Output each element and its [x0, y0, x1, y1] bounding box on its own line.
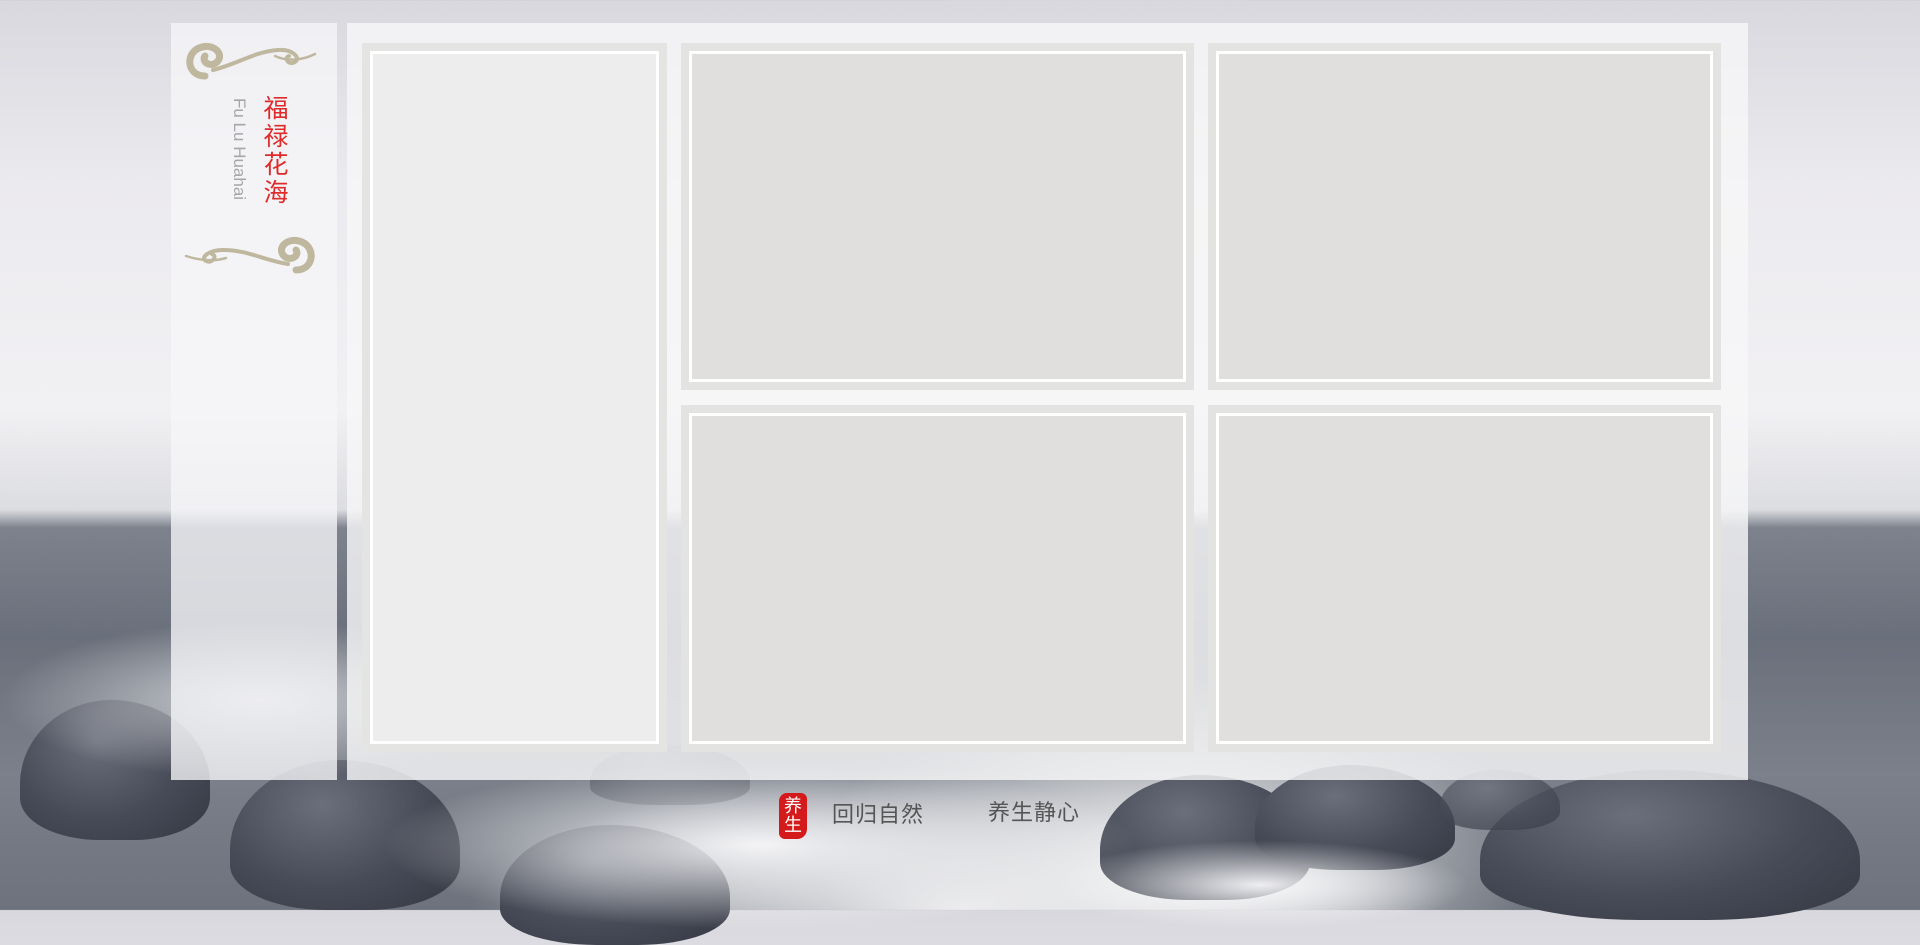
brand-name-en: Fu Lu Huahai: [230, 98, 249, 201]
photo-slot: [689, 413, 1186, 744]
cloud-ornament-bottom-icon: [184, 237, 315, 274]
brand-sidebar: [171, 23, 337, 780]
health-seal-stamp: 养 生: [779, 793, 807, 839]
background-mist: [1050, 840, 1470, 930]
photo-slot: [370, 51, 659, 744]
photo-frame-top-right: [1208, 43, 1721, 390]
seal-char-2: 生: [784, 815, 802, 836]
photo-slot: [1216, 413, 1713, 744]
photo-frame-tall-left: [362, 43, 667, 752]
seal-char-1: 养: [784, 796, 802, 817]
photo-slot: [689, 51, 1186, 382]
cloud-ornament-top-icon: [186, 43, 317, 80]
background-mist: [380, 760, 1140, 930]
photo-frame-bottom-right: [1208, 405, 1721, 752]
slogan-health-calm: 养生静心: [988, 801, 1081, 826]
photo-frame-bottom-middle: [681, 405, 1194, 752]
photo-slot: [1216, 51, 1713, 382]
slogan-return-nature: 回归自然: [832, 803, 925, 828]
brand-name-cn: 福禄花海: [260, 95, 289, 207]
photo-frame-top-middle: [681, 43, 1194, 390]
